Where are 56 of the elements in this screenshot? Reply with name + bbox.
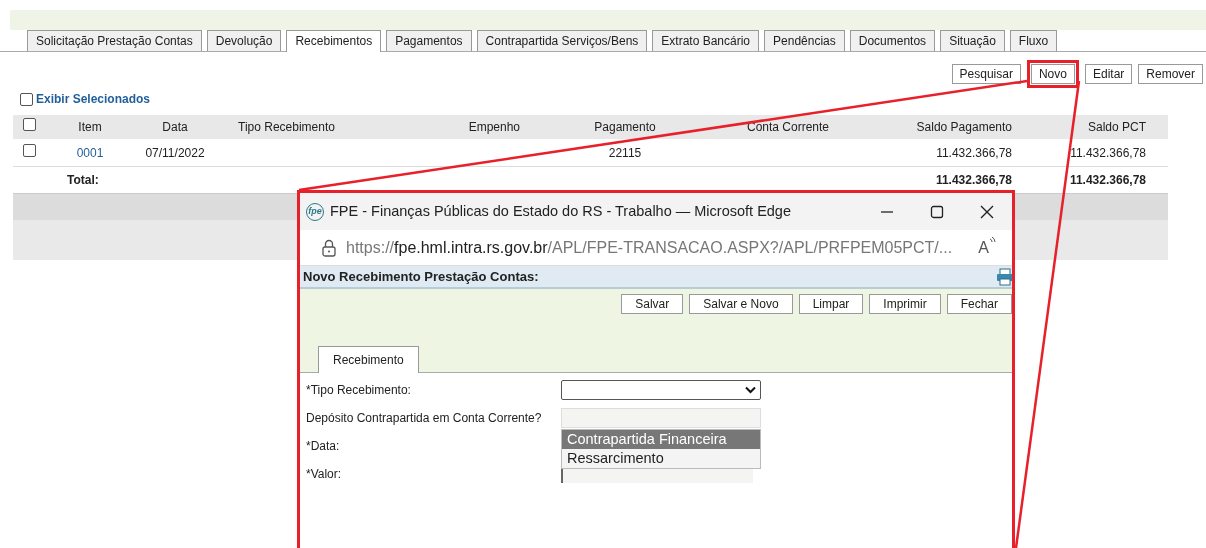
read-aloud-button[interactable]: A (978, 235, 996, 260)
toolbar-button[interactable]: Pesquisar (951, 64, 1021, 84)
column-header: Data (162, 120, 188, 134)
item-link[interactable]: 0001 (76, 145, 104, 160)
column-header: Pagamento (594, 120, 656, 134)
tab[interactable]: Solicitação Prestação Contas (27, 30, 202, 51)
dropdown-option[interactable]: Contrapartida Financeira (562, 430, 760, 449)
field-label: Depósito Contrapartida em Conta Corrente? (306, 410, 543, 427)
form-button[interactable]: Imprimir (869, 294, 941, 314)
checkbox[interactable] (20, 92, 33, 106)
chevron-icon (745, 386, 756, 394)
tab[interactable]: Contrapartida Serviços/Bens (476, 30, 648, 51)
toolbar-button[interactable]: Editar (1084, 64, 1133, 84)
field-label: *Valor: (306, 466, 343, 483)
lock-icon (322, 238, 336, 257)
table-cell: 11.432.366,78 (936, 145, 1012, 160)
column-header: Conta Corrente (746, 120, 829, 134)
toolbar-button[interactable]: Novo (1030, 64, 1075, 84)
form-button[interactable]: Limpar (798, 294, 864, 314)
total-label: Total: (67, 173, 99, 187)
url-text[interactable]: https://fpe.hml.intra.rs.gov.br/APL/FPE-TRANSACAO.ASPX?/APL/PRFPEM05PCT/... (346, 235, 953, 260)
table-cell: 07/11/2022 (145, 145, 205, 160)
tab[interactable]: Recebimento (318, 346, 419, 373)
window-title: FPE - Finanças Públicas do Estado do RS - Trabalho — Microsoft Edge (330, 201, 791, 221)
tab[interactable]: Situação (940, 30, 1005, 51)
column-header: Saldo PCT (1087, 120, 1146, 134)
tab[interactable]: Extrato Bancário (652, 30, 760, 51)
table-cell: 11.432.366,78 (1069, 173, 1146, 187)
close-icon[interactable] (980, 204, 994, 219)
tab[interactable]: Pendências (764, 30, 845, 51)
table-cell: 11.432.366,78 (935, 173, 1012, 187)
column-header: Tipo Recebimento (238, 120, 335, 134)
column-header: Saldo Pagamento (916, 120, 1012, 134)
printer-icon[interactable] (996, 268, 1012, 287)
filter-label[interactable]: Exibir Selecionados (36, 90, 151, 108)
tab[interactable]: Fluxo (1009, 30, 1058, 51)
maximize-icon[interactable] (930, 204, 944, 219)
checkbox[interactable] (22, 143, 36, 157)
form-heading: Novo Recebimento Prestação Contas: (303, 267, 539, 286)
form-button[interactable]: Salvar e Novo (689, 294, 793, 314)
tab[interactable]: Pagamentos (386, 30, 472, 51)
tab[interactable]: Recebimentos (286, 30, 382, 52)
checkbox[interactable] (22, 118, 36, 131)
table-cell: 11.432.366,78 (1070, 145, 1146, 160)
form-button[interactable]: Salvar (621, 294, 684, 314)
dropdown-option[interactable]: Ressarcimento (562, 449, 760, 468)
form-button[interactable]: Fechar (946, 294, 1012, 314)
select-field[interactable] (561, 380, 761, 400)
column-header: Item (78, 120, 102, 134)
tab[interactable]: Devolução (206, 30, 282, 51)
table-cell: 22115 (608, 145, 642, 160)
toolbar-button[interactable]: Remover (1138, 64, 1203, 84)
field-label: *Tipo Recebimento: (306, 382, 412, 399)
column-header: Empenho (468, 120, 520, 134)
field-label: *Data: (306, 438, 341, 455)
tab[interactable]: Documentos (849, 30, 936, 51)
